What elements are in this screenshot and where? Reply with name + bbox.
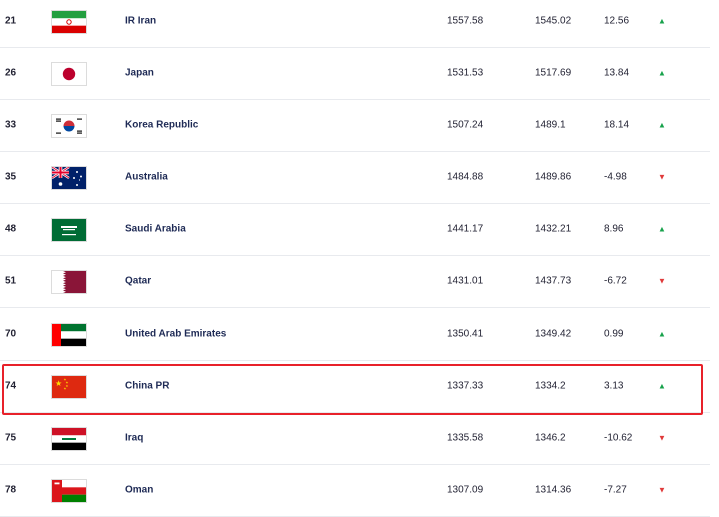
table-row[interactable]: 78 Oman 1307.09 1314.36 -7.27 ▼ [0, 464, 710, 517]
team-name[interactable]: Oman [125, 485, 153, 496]
rank-value: 35 [5, 171, 17, 183]
iraq-flag-icon [51, 427, 87, 451]
team-name[interactable]: IR Iran [125, 16, 156, 27]
trend-up-icon: ▲ [658, 120, 666, 130]
points-change: 13.84 [604, 67, 630, 79]
points-change: 0.99 [604, 328, 624, 340]
points-change: -4.98 [604, 171, 627, 183]
trend-up-icon: ▲ [658, 329, 666, 339]
team-name[interactable]: Australia [125, 172, 168, 183]
rank-value: 74 [5, 380, 17, 392]
australia-flag-icon [51, 166, 87, 190]
trend-up-icon: ▲ [658, 381, 666, 391]
previous-points: 1314.36 [535, 484, 572, 496]
total-points: 1531.53 [447, 67, 484, 79]
trend-down-icon: ▼ [658, 485, 666, 495]
points-change: 18.14 [604, 119, 630, 131]
table-row[interactable]: 51 Qatar 1431.01 1437.73 -6.72 ▼ [0, 255, 710, 308]
uae-flag-icon [51, 323, 87, 347]
previous-points: 1489.86 [535, 171, 572, 183]
table-row[interactable]: 48 Saudi Arabia 1441.17 1432.21 8.96 ▲ [0, 203, 710, 256]
rank-value: 78 [5, 484, 17, 496]
team-name[interactable]: Korea Republic [125, 120, 198, 131]
previous-points: 1432.21 [535, 223, 572, 235]
team-name[interactable]: Japan [125, 68, 154, 79]
rank-value: 70 [5, 328, 17, 340]
trend-up-icon: ▲ [658, 16, 666, 26]
team-name[interactable]: Qatar [125, 276, 151, 287]
total-points: 1350.41 [447, 328, 484, 340]
total-points: 1307.09 [447, 484, 484, 496]
rank-value: 33 [5, 119, 17, 131]
rank-value: 48 [5, 223, 17, 235]
rank-value: 26 [5, 67, 17, 79]
svg-text:★: ★ [55, 379, 62, 388]
table-row[interactable]: 26 Japan 1531.53 1517.69 13.84 ▲ [0, 47, 710, 100]
team-name[interactable]: Saudi Arabia [125, 224, 186, 235]
total-points: 1441.17 [447, 223, 484, 235]
previous-points: 1489.1 [535, 119, 566, 131]
points-change: -10.62 [604, 432, 633, 444]
total-points: 1557.58 [447, 15, 484, 27]
table-row[interactable]: 21 IR Iran 1557.58 1545.02 12.56 ▲ [0, 0, 710, 48]
ranking-table: 21 IR Iran 1557.58 1545.02 12.56 ▲ 26 Japan 1531… [0, 0, 719, 517]
previous-points: 1545.02 [535, 15, 572, 27]
japan-flag-icon [51, 62, 87, 86]
points-change: -6.72 [604, 275, 627, 287]
oman-flag-icon [51, 479, 87, 503]
trend-up-icon: ▲ [658, 224, 666, 234]
table-row[interactable]: 75 Iraq 1335.58 1346.2 -10.62 ▼ [0, 412, 710, 465]
trend-down-icon: ▼ [658, 172, 666, 182]
previous-points: 1437.73 [535, 275, 572, 287]
previous-points: 1517.69 [535, 67, 572, 79]
previous-points: 1349.42 [535, 328, 572, 340]
table-row[interactable]: 35 Australia 1484.88 1489.86 -4.98 ▼ [0, 151, 710, 204]
saudi-arabia-flag-icon [51, 218, 87, 242]
table-row[interactable]: 74 ★ ★ ★ ★ ★ China PR 1337.33 1334.2 3.13 ▲ [0, 360, 710, 413]
team-name[interactable]: China PR [125, 381, 169, 392]
korea-flag-icon [51, 114, 87, 138]
points-change: 3.13 [604, 380, 624, 392]
team-name[interactable]: United Arab Emirates [125, 329, 226, 340]
rank-value: 75 [5, 432, 17, 444]
points-change: 12.56 [604, 15, 630, 27]
points-change: 8.96 [604, 223, 624, 235]
total-points: 1507.24 [447, 119, 484, 131]
iran-flag-icon [51, 10, 87, 34]
rank-value: 51 [5, 275, 17, 287]
total-points: 1484.88 [447, 171, 484, 183]
table-row[interactable]: 33 Korea Republic 1507.24 1489.1 18.14 ▲ [0, 99, 710, 152]
trend-down-icon: ▼ [658, 276, 666, 286]
rank-value: 21 [5, 15, 17, 27]
svg-text:★: ★ [64, 387, 67, 391]
team-name[interactable]: Iraq [125, 433, 143, 444]
trend-down-icon: ▼ [658, 433, 666, 443]
points-change: -7.27 [604, 484, 627, 496]
trend-up-icon: ▲ [658, 68, 666, 78]
china-flag-icon: ★ ★ ★ ★ ★ [51, 375, 87, 399]
total-points: 1431.01 [447, 275, 484, 287]
qatar-flag-icon [51, 270, 87, 294]
previous-points: 1346.2 [535, 432, 566, 444]
previous-points: 1334.2 [535, 380, 566, 392]
total-points: 1337.33 [447, 380, 484, 392]
total-points: 1335.58 [447, 432, 484, 444]
table-row[interactable]: 70 United Arab Emirates 1350.41 1349.42 0.99… [0, 308, 710, 361]
